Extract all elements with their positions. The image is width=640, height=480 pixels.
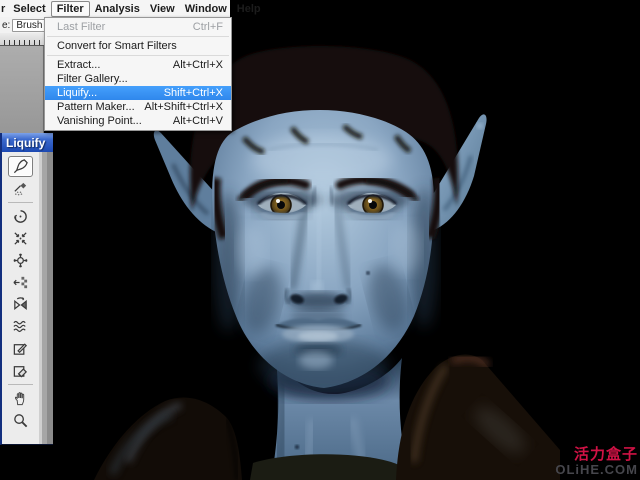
liquify-toolbar <box>2 152 39 444</box>
liquify-title-bar[interactable]: Liquify <box>2 133 53 152</box>
menu-item-help[interactable]: Help <box>232 2 266 16</box>
tool-reconstruct[interactable] <box>8 178 33 199</box>
twirl-clockwise-icon <box>12 208 29 225</box>
tool-hand[interactable] <box>8 388 33 409</box>
menu-bar: r Select Filter Analysis View Window Hel… <box>0 0 230 17</box>
push-left-icon <box>12 274 29 291</box>
filter-dropdown-menu: Last Filter Ctrl+F Convert for Smart Fil… <box>44 17 232 131</box>
watermark-site: OLiHE.COM <box>555 463 638 476</box>
menu-item-window[interactable]: Window <box>180 2 232 16</box>
freeze-mask-icon <box>12 340 29 357</box>
tool-pucker[interactable] <box>8 228 33 249</box>
mode-label-fragment: e: <box>2 20 10 31</box>
forward-warp-icon <box>12 158 29 175</box>
canvas-workspace-edge <box>0 46 44 133</box>
toolbar-separator <box>8 202 33 203</box>
tool-turbulence[interactable] <box>8 316 33 337</box>
liquify-preview-edge <box>39 152 53 444</box>
watermark-chinese: 活力盒子 <box>555 447 638 462</box>
tool-twirl-clockwise[interactable] <box>8 206 33 227</box>
mirror-icon <box>12 296 29 313</box>
liquify-title: Liquify <box>6 136 45 150</box>
menu-item-select[interactable]: Select <box>8 2 50 16</box>
photoshop-window: 活力盒子 OLiHE.COM r Select Filter Analysis … <box>0 0 640 480</box>
zoom-icon <box>12 412 29 429</box>
pucker-icon <box>12 230 29 247</box>
menu-item-liquify[interactable]: Liquify... Shift+Ctrl+X <box>45 86 231 100</box>
menu-item-view[interactable]: View <box>145 2 180 16</box>
options-bar-fragment: e: Brush <box>0 17 44 33</box>
menu-item-extract[interactable]: Extract... Alt+Ctrl+X <box>45 58 231 72</box>
liquify-dialog: Liquify <box>0 133 53 445</box>
bloat-icon <box>12 252 29 269</box>
turbulence-icon <box>12 318 29 335</box>
hand-icon <box>12 390 29 407</box>
liquify-body <box>2 152 53 444</box>
brush-preset-field[interactable]: Brush <box>12 19 46 32</box>
toolbar-separator <box>8 384 33 385</box>
menu-item-vanishing-point[interactable]: Vanishing Point... Alt+Ctrl+V <box>45 114 231 128</box>
menu-item-pattern-maker[interactable]: Pattern Maker... Alt+Shift+Ctrl+X <box>45 100 231 114</box>
tool-thaw-mask[interactable] <box>8 360 33 381</box>
reconstruct-icon <box>12 180 29 197</box>
tool-freeze-mask[interactable] <box>8 338 33 359</box>
menu-item-partial[interactable]: r <box>0 2 8 16</box>
menu-separator <box>47 55 229 56</box>
thaw-mask-icon <box>12 362 29 379</box>
menu-item-filter-gallery[interactable]: Filter Gallery... <box>45 72 231 86</box>
menu-item-last-filter: Last Filter Ctrl+F <box>45 20 231 34</box>
tool-bloat[interactable] <box>8 250 33 271</box>
menu-separator <box>47 36 229 37</box>
horizontal-ruler <box>0 33 44 46</box>
menu-item-filter[interactable]: Filter <box>51 1 90 17</box>
tool-mirror[interactable] <box>8 294 33 315</box>
watermark: 活力盒子 OLiHE.COM <box>555 447 638 476</box>
menu-item-convert-smart-filters[interactable]: Convert for Smart Filters <box>45 39 231 53</box>
menu-item-analysis[interactable]: Analysis <box>90 2 145 16</box>
tool-push-left[interactable] <box>8 272 33 293</box>
tool-forward-warp[interactable] <box>8 156 33 177</box>
tool-zoom[interactable] <box>8 410 33 431</box>
